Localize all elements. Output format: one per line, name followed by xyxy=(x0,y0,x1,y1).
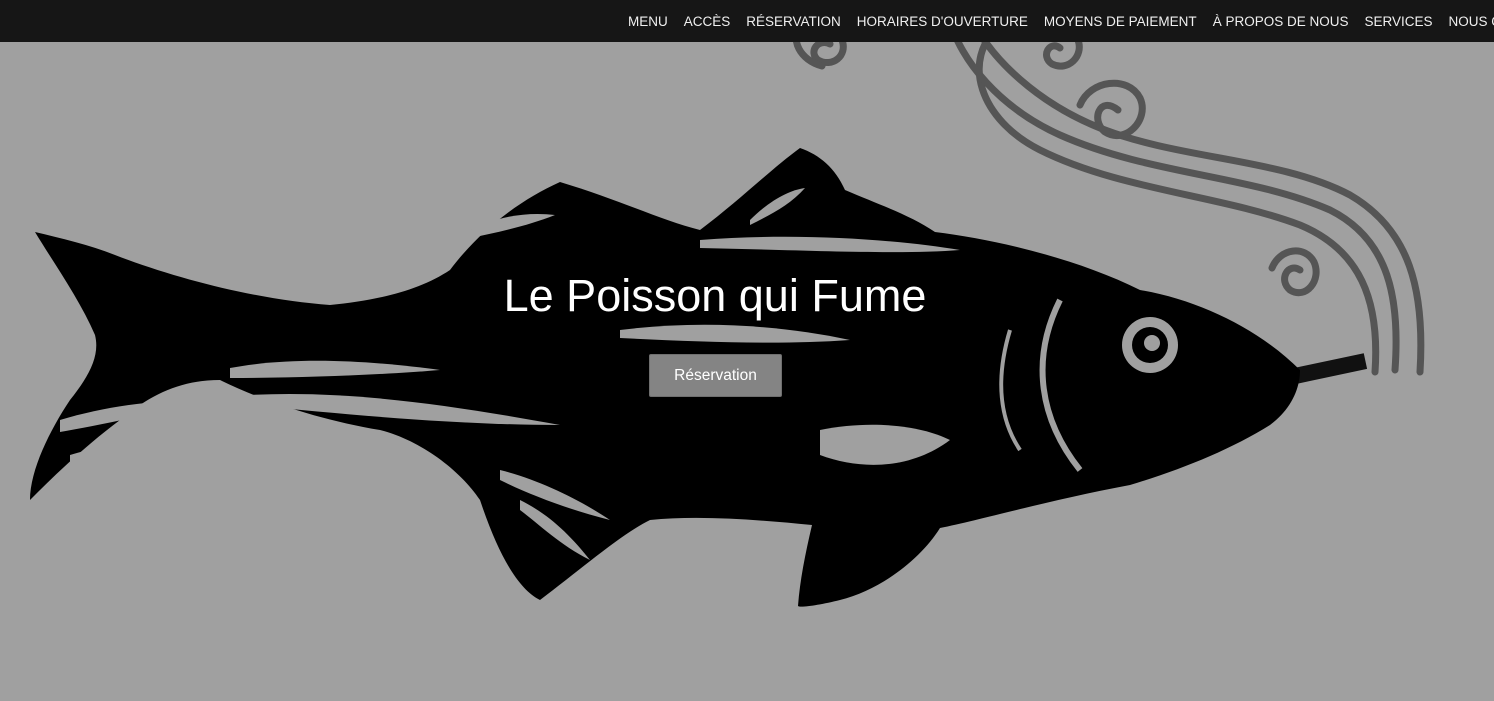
nav-item-contact[interactable]: NOUS CONTACTER xyxy=(1441,14,1494,29)
nav-item-paiement[interactable]: MOYENS DE PAIEMENT xyxy=(1036,14,1205,29)
nav-item-services[interactable]: SERVICES xyxy=(1356,14,1440,29)
nav-item-horaires[interactable]: HORAIRES D'OUVERTURE xyxy=(849,14,1036,29)
top-navigation-bar: MENU ACCÈS RÉSERVATION HORAIRES D'OUVERT… xyxy=(0,0,1494,42)
nav-item-a-propos[interactable]: À PROPOS DE NOUS xyxy=(1205,14,1357,29)
nav-item-menu[interactable]: MENU xyxy=(620,14,676,29)
nav-item-acces[interactable]: ACCÈS xyxy=(676,14,739,29)
main-nav: MENU ACCÈS RÉSERVATION HORAIRES D'OUVERT… xyxy=(620,0,1494,42)
nav-item-reservation[interactable]: RÉSERVATION xyxy=(738,14,849,29)
hero-section: Le Poisson qui Fume Réservation xyxy=(0,42,1494,701)
reservation-button[interactable]: Réservation xyxy=(649,354,782,397)
hero-title: Le Poisson qui Fume xyxy=(503,270,927,321)
